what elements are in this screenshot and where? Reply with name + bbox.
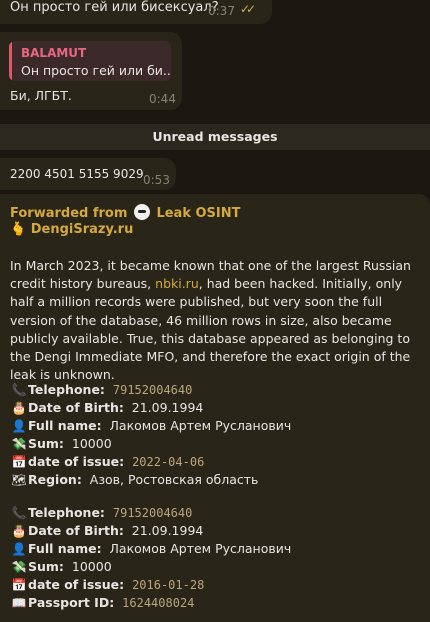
field-value[interactable]: 79152004640 (113, 383, 192, 397)
field-label: Date of Birth: (28, 522, 124, 538)
field-value[interactable]: 2016-01-28 (132, 578, 204, 592)
record-field: 🎂 Date of Birth: 21.09.1994 (10, 399, 420, 417)
record-field: 📞 Telephone: 79152004640 (10, 381, 420, 399)
nbki-link[interactable]: nbki.ru (155, 276, 199, 291)
calendar-icon: 📅 (11, 577, 27, 592)
map-icon: 🗺 (11, 473, 27, 488)
record-field: 📖 Passport ID: 1624408024 (10, 594, 420, 612)
record-field: 🎂 Date of Birth: 21.09.1994 (10, 522, 420, 540)
source-link[interactable]: DengiSrazy.ru (31, 222, 134, 237)
forwarded-channel-name[interactable]: Leak OSINT (156, 206, 240, 221)
field-value[interactable]: 2022-04-06 (132, 455, 204, 469)
telephone-icon: 📞 (11, 383, 27, 397)
field-value: 21.09.1994 (131, 400, 204, 416)
message-time: 0:44 (149, 92, 176, 106)
field-value: 10000 (71, 436, 112, 452)
message-time: 0:53 (143, 173, 170, 187)
field-value: 10000 (71, 558, 112, 574)
field-label: Telephone: (28, 382, 105, 397)
field-label: Full name: (28, 418, 102, 434)
message-bubble[interactable]: BALAMUT Он просто гей или би... Би, ЛГБТ… (0, 32, 182, 110)
message-text: Он просто гей или бисексуал? (10, 0, 219, 15)
field-label: Telephone: (28, 504, 105, 520)
record-field: 🗺Region: Азов, Ростовская область (10, 471, 420, 489)
passport-icon: 📖 (11, 596, 27, 611)
message-text: 2200 4501 5155 9029 (10, 167, 144, 181)
reply-text: Он просто гей или би... (21, 63, 171, 78)
forwarded-header[interactable]: Forwarded from Leak OSINT (10, 204, 241, 221)
record-field: 👤 Full name: Лакомов Артем Русланович (10, 540, 420, 558)
hand-emoji-icon: 🫰 (10, 222, 27, 237)
unread-messages-divider: Unread messages (0, 124, 430, 150)
field-label: date of issue: (28, 576, 125, 592)
record-field: 📅 date of issue: 2016-01-28 (10, 576, 420, 594)
money-icon: 💸 (11, 437, 27, 452)
field-value[interactable]: 79152004640 (113, 506, 192, 520)
field-value: 21.09.1994 (131, 522, 204, 538)
field-value: Лакомов Артем Русланович (109, 418, 292, 434)
channel-avatar-icon (133, 204, 150, 220)
read-checks-icon: ✓✓ (240, 2, 256, 16)
record-field: 📅 date of issue: 2022-04-06 (10, 453, 420, 471)
message-time: 0:37 (208, 4, 235, 18)
message-bubble[interactable]: 2200 4501 5155 9029 0:53 (0, 158, 176, 190)
body-text-end: , had been hacked. Initially, only half … (10, 276, 411, 383)
field-label: Passport ID: (28, 595, 115, 611)
record-field: 💸 Sum: 10000 (10, 558, 420, 576)
leak-record: 📞 Telephone: 79152004640 🎂 Date of Birth: 2… (10, 381, 420, 490)
record-field: 📞 Telephone: 79152004640 (10, 504, 420, 522)
field-label: Full name: (28, 540, 102, 556)
field-label: date of issue: (28, 454, 125, 470)
reply-author: BALAMUT (21, 46, 87, 60)
field-value: Лакомов Артем Русланович (109, 540, 292, 556)
source-link-line[interactable]: 🫰 DengiSrazy.ru (10, 222, 133, 237)
field-label: Sum: (28, 436, 64, 452)
leak-records: 📞 Telephone: 79152004640 🎂 Date of Birth: 2… (10, 381, 420, 622)
calendar-icon: 📅 (11, 455, 27, 470)
reply-accent-bar (9, 41, 12, 81)
forwarded-from-label: Forwarded from (10, 206, 128, 221)
message-text: Би, ЛГБТ. (10, 88, 72, 103)
chat-history[interactable]: Он просто гей или бисексуал? 0:37 ✓✓ BAL… (0, 0, 430, 622)
record-field: 💸 Sum: 10000 (10, 435, 420, 453)
birthday-cake-icon: 🎂 (11, 401, 27, 416)
field-label: Region: (28, 472, 82, 488)
birthday-cake-icon: 🎂 (11, 523, 27, 538)
field-value[interactable]: 1624408024 (122, 596, 194, 610)
record-field: 👤 Full name: Лакомов Артем Русланович (10, 417, 420, 435)
telephone-icon: 📞 (11, 505, 27, 520)
forwarded-message-bubble[interactable]: Forwarded from Leak OSINT 🫰 DengiSrazy.r… (0, 194, 430, 622)
message-body: In March 2023, it became known that one … (10, 257, 415, 384)
reply-quote[interactable]: BALAMUT Он просто гей или би... (9, 41, 171, 81)
field-label: Date of Birth: (28, 400, 124, 416)
field-value: Азов, Ростовская область (89, 472, 259, 488)
money-icon: 💸 (11, 559, 27, 574)
leak-record: 📞 Telephone: 79152004640 🎂 Date of Birth: 2… (10, 504, 420, 613)
message-bubble[interactable]: Он просто гей или бисексуал? 0:37 ✓✓ (0, 0, 272, 24)
field-label: Sum: (28, 558, 64, 574)
person-icon: 👤 (11, 541, 27, 556)
person-icon: 👤 (11, 419, 27, 434)
